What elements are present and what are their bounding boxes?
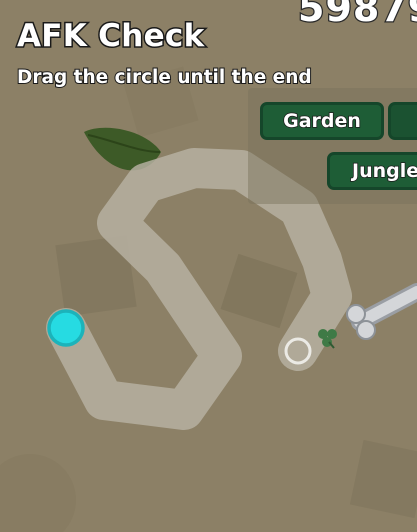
afk-check-instruction: Drag the circle until the end xyxy=(16,66,313,89)
zone-button-partial[interactable] xyxy=(388,102,417,140)
drag-handle[interactable] xyxy=(47,309,85,347)
afk-check-title: AFK Check xyxy=(16,17,206,56)
score-counter: 59879 xyxy=(297,0,417,31)
jungle-zone-button[interactable]: Jungle xyxy=(327,152,417,190)
garden-zone-button[interactable]: Garden xyxy=(260,102,384,140)
